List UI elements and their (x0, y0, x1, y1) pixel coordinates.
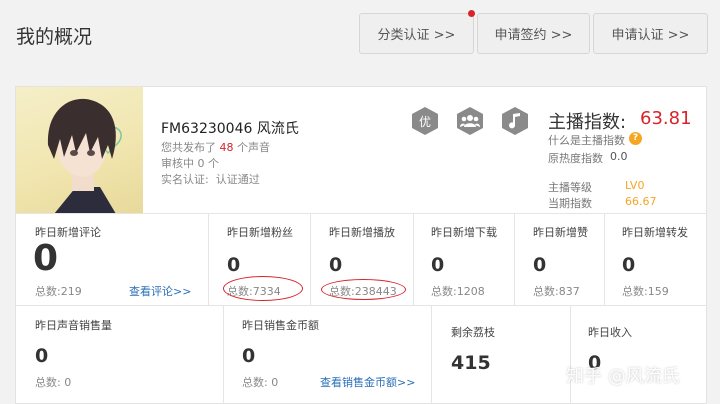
watermark: 知乎 @风流氏 (566, 366, 680, 387)
stat-plays-label: 昨日新增播放 (329, 226, 395, 239)
divider (413, 214, 414, 305)
published-count: 48 (219, 141, 234, 154)
stat-lychee-label: 剩余荔枝 (451, 326, 495, 339)
stat-sales-label: 昨日声音销售量 (35, 319, 112, 332)
divider (223, 306, 224, 404)
stat-sales-value: 0 (35, 345, 49, 367)
verify-info: 实名认证: 认证通过 (161, 173, 260, 186)
what-is-anchor-index-link[interactable]: 什么是主播指数 (548, 132, 625, 148)
stat-downloads-value: 0 (431, 254, 445, 276)
apply-verify-button[interactable]: 申请认证 >> (593, 13, 708, 54)
stat-shares-total: 总数:159 (622, 285, 669, 298)
stat-likes-total: 总数:837 (533, 285, 580, 298)
help-icon[interactable]: ? (629, 132, 642, 145)
stat-likes-label: 昨日新增赞 (533, 226, 588, 239)
stat-fans-value: 0 (227, 254, 241, 276)
divider (431, 306, 432, 404)
divider (604, 214, 605, 305)
divider (310, 214, 311, 305)
anchor-level-label: 主播等级 (548, 181, 592, 194)
stat-sales-total: 总数: 0 (35, 376, 72, 389)
notification-dot (468, 10, 475, 17)
stat-fans-label: 昨日新增粉丝 (227, 226, 293, 239)
stat-comments-total: 总数:219 (35, 285, 82, 298)
stat-lychee-value: 415 (451, 352, 491, 374)
highlight-circle (223, 276, 303, 301)
review-info: 审核中 0 个 (161, 157, 219, 170)
highlight-circle (321, 279, 406, 300)
stat-likes-value: 0 (533, 254, 547, 276)
quality-badge-icon[interactable]: 优 (411, 106, 439, 136)
divider (570, 306, 571, 404)
stat-comments-value: 0 (33, 238, 59, 279)
profile-name: FM63230046 风流氏 (161, 121, 299, 137)
group-badge-icon[interactable] (456, 106, 484, 136)
stat-coin-sales-value: 0 (242, 345, 256, 367)
current-index-value: 66.67 (625, 195, 657, 208)
category-verify-button[interactable]: 分类认证 >> (359, 13, 474, 54)
heat-index-label: 原热度指数 (548, 152, 603, 165)
divider (208, 214, 209, 305)
published-info: 您共发布了 48 个声音 (161, 141, 270, 154)
heat-index-value: 0.0 (610, 150, 628, 163)
stat-downloads-total: 总数:1208 (431, 285, 485, 298)
view-coin-sales-link[interactable]: 查看销售金币额>> (320, 374, 415, 390)
stat-income-label: 昨日收入 (588, 326, 632, 339)
svg-text:优: 优 (419, 115, 431, 129)
anchor-level-value: LV0 (625, 179, 645, 192)
stat-downloads-label: 昨日新增下载 (431, 226, 497, 239)
apply-contract-button[interactable]: 申请签约 >> (477, 13, 590, 54)
anchor-index-value: 63.81 (640, 108, 692, 129)
avatar (16, 87, 143, 214)
music-note-icon[interactable] (501, 106, 529, 136)
view-comments-link[interactable]: 查看评论>> (129, 283, 191, 299)
current-index-label: 当期指数 (548, 197, 592, 210)
page-title: 我的概况 (16, 26, 93, 48)
stat-coin-sales-total: 总数: 0 (242, 376, 279, 389)
divider (514, 214, 515, 305)
anchor-index-title: 主播指数: (548, 112, 627, 133)
stat-shares-value: 0 (622, 254, 636, 276)
stat-coin-sales-label: 昨日销售金币额 (242, 319, 319, 332)
divider (16, 305, 707, 306)
stat-shares-label: 昨日新增转发 (622, 226, 688, 239)
stat-plays-value: 0 (329, 254, 343, 276)
